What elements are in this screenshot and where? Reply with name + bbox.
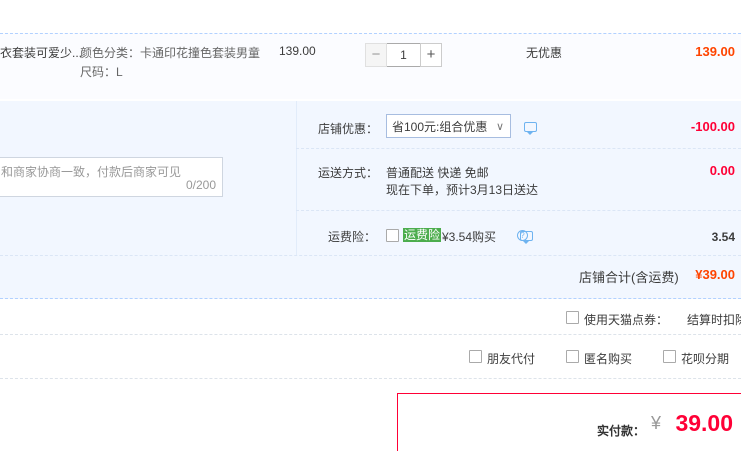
item-total: 139.00 xyxy=(695,44,735,59)
coupon-label: 使用天猫点券： xyxy=(584,313,669,327)
shipping-label: 运送方式： xyxy=(318,166,379,180)
item-discount: 无优惠 xyxy=(526,46,563,60)
product-row: 衣套装可爱少... 颜色分类：卡通印花撞色套装男童 尺码：L 139.00 − … xyxy=(0,33,741,99)
insurance-price: ¥3.54购买 xyxy=(442,230,497,244)
insurance-badge: 运费险 xyxy=(403,228,442,242)
store-discount-amount: -100.00 xyxy=(690,119,735,134)
huabei-label: 花呗分期 xyxy=(681,352,730,366)
insurance-label: 运费险： xyxy=(328,230,377,244)
shipping-eta: 现在下单，预计3月13日送达 xyxy=(386,183,539,197)
store-discount-value: 省100元:组合优惠 xyxy=(392,119,488,134)
panel-separator xyxy=(296,210,741,211)
unit-price: 139.00 xyxy=(279,44,316,58)
store-total-label: 店铺合计(含运费) xyxy=(579,270,679,285)
payment-label: 实付款： xyxy=(596,424,645,438)
store-discount-label: 店铺优惠： xyxy=(318,122,379,136)
message-char-counter: 0/200 xyxy=(185,178,216,192)
payment-amount: 39.00 xyxy=(675,410,733,436)
row-divider xyxy=(0,378,741,379)
friend-pay-label: 朋友代付 xyxy=(487,352,536,366)
product-color-attr: 颜色分类：卡通印花撞色套装男童 xyxy=(80,46,261,60)
anonymous-checkbox[interactable] xyxy=(566,350,579,363)
insurance-checkbox[interactable] xyxy=(386,229,399,242)
store-discount-select[interactable]: 省100元:组合优惠 ∨ xyxy=(386,114,511,138)
payment-currency: ¥ xyxy=(650,413,661,433)
store-total-value: ¥39.00 xyxy=(695,267,735,282)
coupon-checkbox[interactable] xyxy=(566,311,579,324)
help-icon[interactable]: ? xyxy=(517,230,528,241)
chat-icon[interactable] xyxy=(524,122,537,135)
product-title[interactable]: 衣套装可爱少... xyxy=(0,44,82,61)
panel-separator xyxy=(296,148,741,149)
quantity-plus-button[interactable]: + xyxy=(420,43,442,67)
quantity-stepper: − 1 + xyxy=(365,43,442,67)
buyer-message-input[interactable]: 和商家协商一致，付款后商家可见 0/200 xyxy=(0,157,223,197)
buyer-message-placeholder: 和商家协商一致，付款后商家可见 xyxy=(1,165,182,179)
product-size-attr: 尺码：L xyxy=(80,65,123,79)
quantity-minus-button[interactable]: − xyxy=(365,43,387,67)
anonymous-label: 匿名购买 xyxy=(584,352,633,366)
panel-divider xyxy=(296,101,297,255)
shipping-method: 普通配送 快递 免邮 xyxy=(386,166,489,180)
coupon-note: 结算时扣除 xyxy=(687,313,741,327)
huabei-checkbox[interactable] xyxy=(663,350,676,363)
shipping-amount: 0.00 xyxy=(709,163,735,178)
insurance-amount: 3.54 xyxy=(711,230,735,244)
row-divider xyxy=(0,334,741,335)
friend-pay-checkbox[interactable] xyxy=(469,350,482,363)
chevron-down-icon: ∨ xyxy=(495,120,504,133)
panel-separator xyxy=(0,255,741,256)
quantity-input[interactable]: 1 xyxy=(387,43,420,67)
